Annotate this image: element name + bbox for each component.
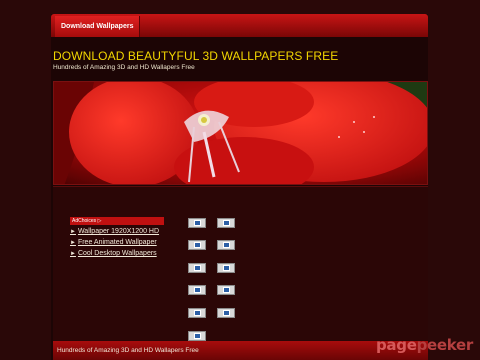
broken-image-icon — [223, 310, 230, 316]
wallpaper-thumbnail[interactable] — [188, 240, 206, 250]
arrow-icon: ► — [70, 251, 76, 257]
wallpaper-thumbnail[interactable] — [188, 285, 206, 295]
broken-image-icon — [223, 265, 230, 271]
ad-link-wallpaper-1920[interactable]: ► Wallpaper 1920X1200 HD — [70, 226, 164, 237]
broken-image-icon — [223, 242, 230, 248]
ad-link-label: Free Animated Wallpaper — [77, 239, 157, 246]
watermark-peeker: peeker — [416, 336, 474, 354]
page-container: Download Wallpapers DOWNLOAD BEAUTYFUL 3… — [51, 14, 428, 360]
wallpaper-thumbnail[interactable] — [217, 308, 235, 318]
broken-image-icon — [223, 287, 230, 293]
nav-tab-download-wallpapers[interactable]: Download Wallpapers — [55, 16, 141, 37]
site-title[interactable]: DOWNLOAD BEAUTYFUL 3D WALLPAPERS FREE — [53, 49, 423, 63]
header-banner-image — [53, 81, 428, 185]
wallpaper-thumbnail[interactable] — [217, 218, 235, 228]
broken-image-icon — [223, 220, 230, 226]
site-subtitle: Hundreds of Amazing 3D and HD Wallapers … — [53, 64, 195, 71]
broken-image-icon — [194, 287, 201, 293]
wallpaper-thumbnail[interactable] — [217, 285, 235, 295]
broken-image-icon — [194, 220, 201, 226]
ad-link-cool-desktop[interactable]: ► Cool Desktop Wallpapers — [70, 248, 164, 259]
top-nav-bar: Download Wallpapers — [51, 14, 428, 37]
wallpaper-thumbnail[interactable] — [188, 331, 206, 341]
adchoices-badge[interactable]: AdChoices ▷ — [70, 217, 164, 225]
ad-link-animated-wallpaper[interactable]: ► Free Animated Wallpaper — [70, 237, 164, 248]
broken-image-icon — [194, 333, 201, 339]
wallpaper-thumbnail[interactable] — [188, 308, 206, 318]
pagepeeker-watermark: pagepeeker — [376, 336, 473, 354]
broken-image-icon — [194, 265, 201, 271]
content-area: AdChoices ▷ ► Wallpaper 1920X1200 HD ► Fre… — [53, 186, 428, 341]
footer-bar: Hundreds of Amazing 3D and HD Wallapers … — [53, 341, 428, 360]
arrow-icon: ► — [70, 240, 76, 246]
broken-image-icon — [194, 242, 201, 248]
red-flower-image — [54, 82, 427, 184]
watermark-page: page — [376, 336, 417, 354]
wallpaper-thumbnail[interactable] — [188, 218, 206, 228]
wallpaper-thumbnail[interactable] — [188, 263, 206, 273]
broken-image-icon — [194, 310, 201, 316]
wallpaper-thumbnail[interactable] — [217, 240, 235, 250]
wallpaper-thumbnail[interactable] — [217, 263, 235, 273]
arrow-icon: ► — [70, 229, 76, 235]
ad-link-label: Wallpaper 1920X1200 HD — [77, 228, 160, 235]
ad-link-label: Cool Desktop Wallpapers — [77, 250, 157, 257]
